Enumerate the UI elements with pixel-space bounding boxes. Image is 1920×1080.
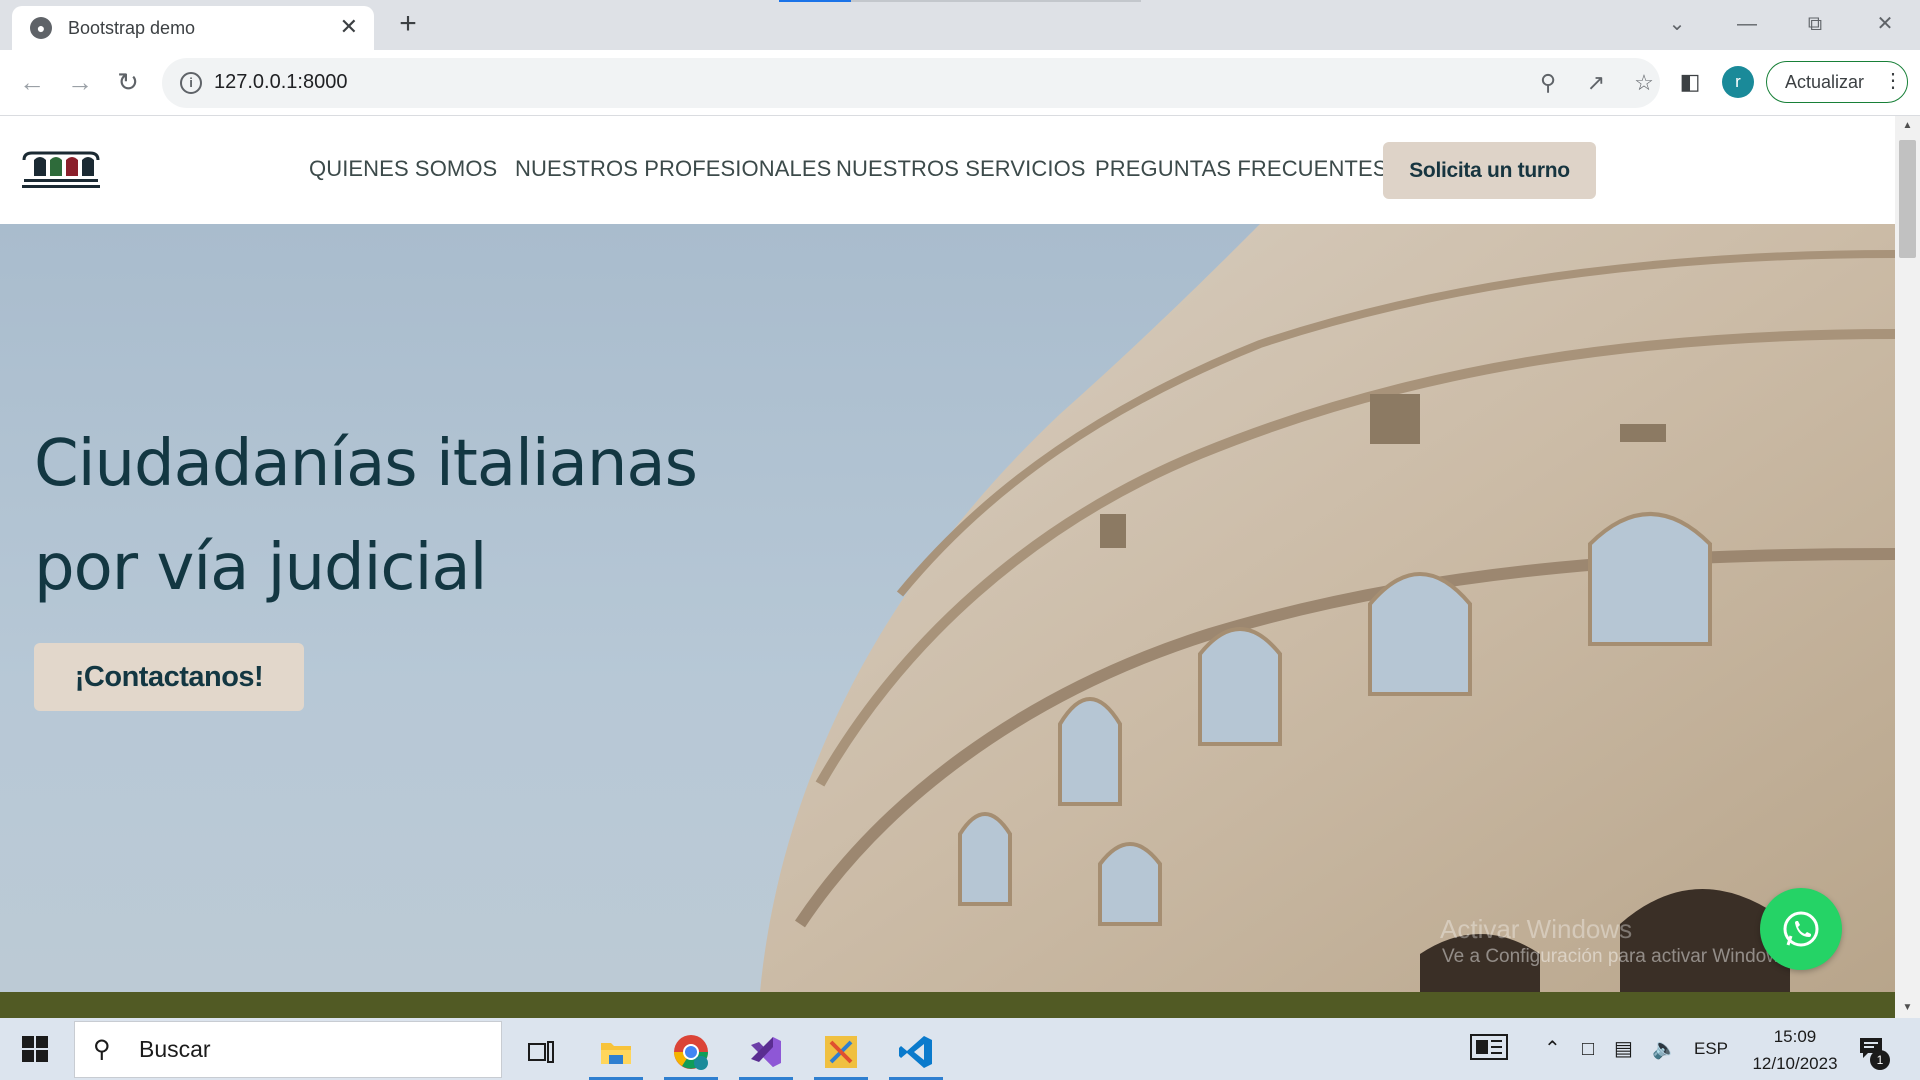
task-view-icon[interactable] bbox=[510, 1024, 572, 1080]
windows-start-icon[interactable] bbox=[22, 1036, 48, 1062]
nav-link-nuestros-profesionales[interactable]: NUESTROS PROFESIONALES bbox=[515, 156, 831, 182]
tab-search-chevron-icon[interactable]: ⌄ bbox=[1654, 8, 1700, 40]
zoom-icon[interactable]: ⚲ bbox=[1534, 69, 1562, 97]
address-url[interactable]: 127.0.0.1:8000 bbox=[214, 71, 347, 94]
file-explorer-icon[interactable] bbox=[585, 1024, 647, 1080]
address-bar[interactable]: i 127.0.0.1:8000 ⚲ ↗ ☆ bbox=[162, 58, 1660, 108]
update-label: Actualizar bbox=[1785, 71, 1865, 92]
taskbar-search-placeholder[interactable]: Buscar bbox=[139, 1036, 211, 1063]
browser-tab[interactable]: ● Bootstrap demo ✕ bbox=[12, 6, 374, 50]
bookmark-star-icon[interactable]: ☆ bbox=[1630, 69, 1658, 97]
activate-windows-subtitle: Ve a Configuración para activar Windows. bbox=[1442, 946, 1795, 967]
more-menu-icon[interactable]: ⋮ bbox=[1883, 70, 1903, 92]
web-page: QUIENES SOMOS NUESTROS PROFESIONALES NUE… bbox=[0, 116, 1895, 1018]
notification-count-badge: 1 bbox=[1870, 1050, 1890, 1070]
scroll-thumb[interactable] bbox=[1899, 140, 1916, 258]
hero-section: Ciudadanías italianas por vía judicial ¡… bbox=[0, 224, 1895, 992]
tab-title: Bootstrap demo bbox=[68, 17, 196, 38]
nav-link-quienes-somos[interactable]: QUIENES SOMOS bbox=[309, 156, 497, 182]
chevron-up-icon[interactable]: ⌃ bbox=[1544, 1037, 1561, 1061]
nav-link-nuestros-servicios[interactable]: NUESTROS SERVICIOS bbox=[836, 156, 1086, 182]
reload-icon[interactable]: ↻ bbox=[110, 64, 146, 100]
app-icon[interactable] bbox=[810, 1024, 872, 1080]
contactanos-button[interactable]: ¡Contactanos! bbox=[34, 643, 304, 711]
meet-now-icon[interactable]: □ bbox=[1582, 1037, 1594, 1061]
chrome-icon[interactable] bbox=[660, 1024, 722, 1080]
new-tab-button[interactable]: + bbox=[392, 8, 424, 40]
share-icon[interactable]: ↗ bbox=[1582, 69, 1610, 97]
activate-windows-title: Activar Windows bbox=[1440, 914, 1633, 944]
vscode-icon[interactable] bbox=[885, 1024, 947, 1080]
network-icon[interactable]: ▤ bbox=[1614, 1037, 1633, 1061]
nav-link-preguntas-frecuentes[interactable]: PREGUNTAS FRECUENTES bbox=[1095, 156, 1388, 182]
close-tab-icon[interactable]: ✕ bbox=[340, 16, 358, 38]
volume-icon[interactable]: 🔈 bbox=[1652, 1037, 1677, 1061]
visual-studio-icon[interactable] bbox=[735, 1024, 797, 1080]
restore-button[interactable]: ⧉ bbox=[1792, 8, 1838, 40]
browser-toolbar: ← → ↻ i 127.0.0.1:8000 ⚲ ↗ ☆ ◧ r Actuali… bbox=[0, 50, 1920, 116]
footer-strip bbox=[0, 992, 1895, 1018]
back-arrow-icon[interactable]: ← bbox=[14, 64, 50, 100]
page-scrollbar[interactable]: ▲ ▼ bbox=[1895, 116, 1920, 1018]
hero-title-line2: por vía judicial bbox=[34, 531, 487, 605]
site-navbar: QUIENES SOMOS NUESTROS PROFESIONALES NUE… bbox=[0, 116, 1895, 224]
solicita-turno-button[interactable]: Solicita un turno bbox=[1383, 142, 1596, 199]
scroll-up-icon[interactable]: ▲ bbox=[1895, 116, 1920, 136]
clock-date[interactable]: 12/10/2023 bbox=[1740, 1054, 1850, 1074]
hero-title: Ciudadanías italianas por vía judicial bbox=[34, 412, 698, 620]
columns-logo-icon[interactable] bbox=[20, 150, 102, 190]
browser-tabstrip: ● Bootstrap demo ✕ + ⌄ — ⧉ ✕ bbox=[0, 0, 1920, 50]
profile-avatar[interactable]: r bbox=[1722, 66, 1754, 98]
taskbar-search[interactable]: ⚲ Buscar bbox=[74, 1021, 502, 1078]
clock-time[interactable]: 15:09 bbox=[1768, 1027, 1822, 1047]
whatsapp-button[interactable] bbox=[1760, 888, 1842, 970]
search-icon: ⚲ bbox=[93, 1035, 111, 1063]
scroll-down-icon[interactable]: ▼ bbox=[1895, 998, 1920, 1018]
windows-taskbar: ⚲ Buscar ⌃ □ ▤ 🔈 ESP 15:09 12/10/2023 1 bbox=[0, 1018, 1920, 1080]
side-panel-icon[interactable]: ◧ bbox=[1672, 64, 1708, 100]
site-info-icon[interactable]: i bbox=[180, 72, 202, 94]
globe-icon: ● bbox=[30, 17, 52, 39]
close-window-button[interactable]: ✕ bbox=[1862, 8, 1908, 40]
news-widget-icon[interactable] bbox=[1470, 1033, 1508, 1067]
tab-loading-track bbox=[851, 0, 1141, 2]
update-button[interactable]: Actualizar ⋮ bbox=[1766, 61, 1908, 103]
forward-arrow-icon[interactable]: → bbox=[62, 64, 98, 100]
hero-title-line1: Ciudadanías italianas bbox=[34, 427, 698, 501]
language-indicator[interactable]: ESP bbox=[1694, 1039, 1728, 1059]
whatsapp-icon bbox=[1783, 911, 1819, 947]
minimize-button[interactable]: — bbox=[1724, 8, 1770, 40]
tab-loading-indicator bbox=[779, 0, 851, 2]
